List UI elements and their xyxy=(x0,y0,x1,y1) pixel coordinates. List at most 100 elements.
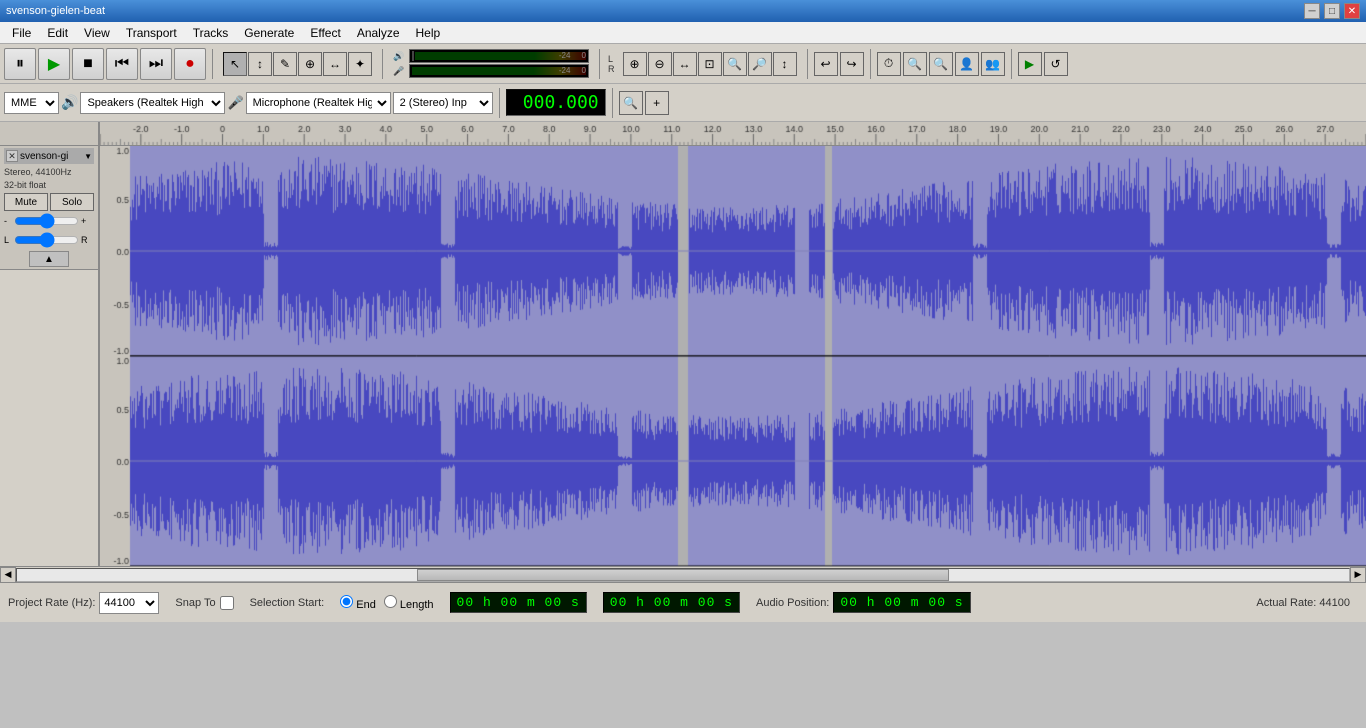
main-area: ✕ svenson-gi ▼ Stereo, 44100Hz 32-bit fl… xyxy=(0,122,1366,582)
separator6 xyxy=(1011,49,1012,79)
menu-generate[interactable]: Generate xyxy=(236,24,302,42)
sep-t3 xyxy=(612,88,613,118)
redo-button[interactable]: ↪ xyxy=(840,52,864,76)
track-collapse-btn[interactable]: ▲ xyxy=(29,251,69,267)
skip-forward-button[interactable]: ⏭ xyxy=(140,48,172,80)
scroll-track[interactable] xyxy=(16,568,1350,582)
pan-slider[interactable] xyxy=(14,233,79,247)
waveform-canvas xyxy=(100,146,1366,566)
separator5 xyxy=(870,49,871,79)
length-radio-label[interactable]: Length xyxy=(384,595,434,611)
draw-tool[interactable]: ✎ xyxy=(273,52,297,76)
end-radio-label[interactable]: End xyxy=(340,595,376,611)
project-rate-label: Project Rate (Hz): xyxy=(8,597,95,609)
snap-zoom-btn[interactable]: 🔍 xyxy=(619,91,643,115)
extra3[interactable]: ↕ xyxy=(773,52,797,76)
menu-transport[interactable]: Transport xyxy=(118,24,185,42)
tracks-canvas[interactable] xyxy=(100,146,1366,566)
gain-slider[interactable] xyxy=(14,214,79,228)
bottombar: Project Rate (Hz): 44100 Snap To Selecti… xyxy=(0,582,1366,622)
menu-edit[interactable]: Edit xyxy=(39,24,76,42)
close-button[interactable]: ✕ xyxy=(1344,3,1360,19)
waveform-area xyxy=(100,122,1366,566)
channel-select[interactable]: 2 (Stereo) Inp xyxy=(393,92,493,114)
end-radio[interactable] xyxy=(340,595,353,608)
audio-position-label: Audio Position: xyxy=(756,597,829,609)
speaker-icon: 🔊 xyxy=(61,94,78,111)
track-name-bar: ✕ svenson-gi ▼ xyxy=(4,148,94,164)
time-display: 000.000 xyxy=(506,89,606,116)
extra1[interactable]: 🔍 xyxy=(723,52,747,76)
solo-button[interactable]: Solo xyxy=(50,193,94,211)
menu-help[interactable]: Help xyxy=(408,24,449,42)
mute-solo-controls: Mute Solo xyxy=(4,193,94,211)
snap-checkbox[interactable] xyxy=(220,596,234,610)
search-tool[interactable]: 🔍 xyxy=(903,52,927,76)
time-end-display: 00 h 00 m 00 s xyxy=(603,592,740,613)
scroll-thumb[interactable] xyxy=(417,569,950,581)
selection-tool[interactable]: ↖ xyxy=(223,52,247,76)
pause-button[interactable]: ⏸ xyxy=(4,48,36,80)
zoom-in-tool[interactable]: ⊕ xyxy=(623,52,647,76)
gain-row: - + xyxy=(4,212,94,230)
play-button[interactable]: ▶ xyxy=(38,48,70,80)
host-select[interactable]: MME xyxy=(4,92,59,114)
horizontal-scrollbar[interactable]: ◀ ▶ xyxy=(0,566,1366,582)
zoom-sel-tool[interactable]: ⊡ xyxy=(698,52,722,76)
actual-rate: Actual Rate: 44100 xyxy=(1256,597,1358,609)
snap-in-btn[interactable]: + xyxy=(645,91,669,115)
envelope-tool[interactable]: ↕ xyxy=(248,52,272,76)
mute-button[interactable]: Mute xyxy=(4,193,48,211)
separator1 xyxy=(212,49,213,79)
track-header: ✕ svenson-gi ▼ Stereo, 44100Hz 32-bit fl… xyxy=(0,146,98,270)
menu-view[interactable]: View xyxy=(76,24,118,42)
multi-tool[interactable]: ✦ xyxy=(348,52,372,76)
timer-tool[interactable]: ⏱ xyxy=(877,52,901,76)
audio-position-group: Audio Position: 00 h 00 m 00 s xyxy=(756,592,971,613)
selection-start-group: Selection Start: xyxy=(250,597,325,609)
scroll-left-btn[interactable]: ◀ xyxy=(0,567,16,583)
fit-tool[interactable]: ↔ xyxy=(673,52,697,76)
tool-group: ↖ ↕ ✎ ⊕ ↔ ✦ xyxy=(223,52,372,76)
project-rate-select[interactable]: 44100 xyxy=(99,592,159,614)
menu-tracks[interactable]: Tracks xyxy=(185,24,237,42)
toolbar2: MME 🔊 Speakers (Realtek High 🎤 Microphon… xyxy=(0,84,1366,122)
extra2[interactable]: 🔎 xyxy=(748,52,772,76)
menu-file[interactable]: File xyxy=(4,24,39,42)
undo-button[interactable]: ↩ xyxy=(814,52,838,76)
output-device-select[interactable]: Speakers (Realtek High xyxy=(80,92,225,114)
track-panel: ✕ svenson-gi ▼ Stereo, 44100Hz 32-bit fl… xyxy=(0,122,100,566)
timeshift-tool[interactable]: ↔ xyxy=(323,52,347,76)
track-close-btn[interactable]: ✕ xyxy=(6,150,18,162)
user2-tool[interactable]: 👥 xyxy=(981,52,1005,76)
minimize-button[interactable]: ─ xyxy=(1304,3,1320,19)
length-radio[interactable] xyxy=(384,595,397,608)
zoom-tool[interactable]: ⊕ xyxy=(298,52,322,76)
title-text: svenson-gielen-beat xyxy=(6,5,105,17)
titlebar: svenson-gielen-beat ─ □ ✕ xyxy=(0,0,1366,22)
play-green-btn[interactable]: ▶ xyxy=(1018,52,1042,76)
skip-back-button[interactable]: ⏮ xyxy=(106,48,138,80)
snap-label: Snap To xyxy=(175,597,215,609)
scroll-right-btn[interactable]: ▶ xyxy=(1350,567,1366,583)
search2-tool[interactable]: 🔍 xyxy=(929,52,953,76)
menu-analyze[interactable]: Analyze xyxy=(349,24,408,42)
zoom-out-tool[interactable]: ⊖ xyxy=(648,52,672,76)
timeline-ruler[interactable] xyxy=(100,122,1366,146)
stop-button[interactable]: ■ xyxy=(72,48,104,80)
record-button[interactable]: ● xyxy=(174,48,206,80)
menu-effect[interactable]: Effect xyxy=(302,24,348,42)
extra-tools: ⊕ ⊖ ↔ ⊡ 🔍 🔎 ↕ xyxy=(623,52,797,76)
loop-btn[interactable]: ↺ xyxy=(1044,52,1068,76)
selection-start-label: Selection Start: xyxy=(250,597,325,609)
track-info: Stereo, 44100Hz 32-bit float xyxy=(4,166,94,191)
toolbar1: ⏸ ▶ ■ ⏮ ⏭ ● ↖ ↕ ✎ ⊕ ↔ ✦ 🔊 -24 0 🎤 xyxy=(0,44,1366,84)
ruler-canvas xyxy=(100,122,1366,146)
maximize-button[interactable]: □ xyxy=(1324,3,1340,19)
mic-icon: 🎤 xyxy=(227,95,243,111)
project-rate-group: Project Rate (Hz): 44100 xyxy=(8,592,159,614)
user-tool[interactable]: 👤 xyxy=(955,52,979,76)
track-menu-btn[interactable]: ▼ xyxy=(84,152,92,161)
input-device-select[interactable]: Microphone (Realtek Hig xyxy=(246,92,391,114)
separator2 xyxy=(382,49,383,79)
